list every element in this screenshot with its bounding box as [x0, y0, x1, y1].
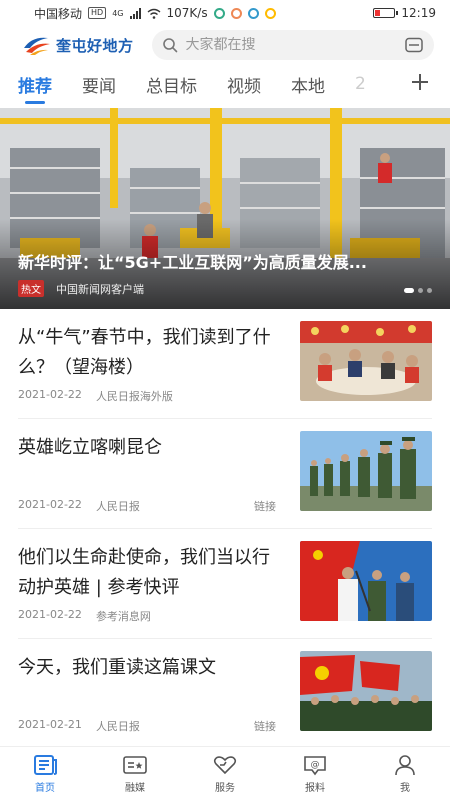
news-date: 2021-02-22: [18, 498, 82, 511]
news-thumbnail-soldiers: [300, 431, 432, 511]
news-item[interactable]: 从“牛气”春节中，我们读到了什么？（望海楼） 2021-02-22 人民日报海外…: [18, 309, 432, 419]
nav-home[interactable]: 首页: [0, 747, 90, 800]
news-source: 人民日报: [95, 500, 140, 513]
news-date: 2021-02-22: [18, 608, 82, 621]
clock: 12:19: [401, 6, 436, 20]
tab-local[interactable]: 本地: [291, 72, 325, 97]
logo-icon: [24, 37, 50, 55]
hd-badge: HD: [88, 7, 107, 19]
news-link-label[interactable]: 链接: [254, 498, 276, 514]
news-title: 从“牛气”春节中，我们读到了什么？（望海楼）: [18, 327, 271, 378]
news-title: 英雄屹立喀喇昆仑: [18, 437, 162, 458]
carousel-indicator: [404, 288, 432, 293]
user-icon: [395, 754, 415, 775]
nav-service[interactable]: 服务: [180, 747, 270, 800]
news-item[interactable]: 英雄屹立喀喇昆仑 2021-02-22 人民日报 链接: [18, 419, 432, 529]
network-speed: 107K/s: [166, 6, 208, 20]
network-type: 4G: [112, 8, 124, 18]
app-notification-icon: [264, 7, 276, 19]
carousel-dot: [404, 288, 414, 293]
tab-more-partial[interactable]: 2: [355, 74, 366, 94]
news-meta: 2021-02-22 参考消息网: [18, 608, 276, 624]
hero-title: 新华时评：让“5G+工业互联网”为高质量发展...: [18, 253, 367, 272]
news-link-label[interactable]: 链接: [254, 718, 276, 734]
signal-icon: [129, 7, 141, 19]
nav-report[interactable]: @ 报料: [270, 747, 360, 800]
battery-icon: [373, 8, 399, 18]
news-meta: 2021-02-22 人民日报 链接: [18, 498, 276, 514]
app-header: 奎屯好地方: [0, 26, 450, 64]
news-title: 今天，我们重读这篇课文: [18, 657, 216, 678]
news-source: 人民日报: [95, 720, 140, 733]
scan-icon[interactable]: [404, 37, 424, 53]
search-input[interactable]: [185, 37, 396, 53]
search-icon: [162, 38, 177, 53]
hero-source: 中国新闻网客户端: [56, 282, 144, 296]
nav-me[interactable]: 我: [360, 747, 450, 800]
news-date: 2021-02-22: [18, 388, 82, 401]
news-source: 人民日报海外版: [95, 390, 173, 403]
svg-text:@: @: [311, 760, 320, 770]
tab-general-goal[interactable]: 总目标: [146, 72, 197, 97]
news-date: 2021-02-21: [18, 718, 82, 731]
app-notification-icon: [230, 7, 242, 19]
nav-label: 首页: [35, 782, 55, 794]
tab-recommend[interactable]: 推荐: [18, 72, 52, 97]
carousel-dot: [427, 288, 432, 293]
carrier-name: 中国移动: [34, 6, 83, 21]
nav-label: 服务: [215, 782, 235, 794]
wifi-icon: [147, 8, 160, 19]
hero-meta: 热文 中国新闻网客户端: [18, 280, 144, 297]
nav-label: 我: [400, 782, 410, 794]
bottom-navigation: 首页 融媒 服务 @ 报料 我: [0, 746, 450, 800]
add-channel-icon[interactable]: [410, 72, 430, 92]
tab-video[interactable]: 视频: [227, 72, 261, 97]
news-meta: 2021-02-21 人民日报 链接: [18, 718, 276, 734]
hot-tag-badge: 热文: [18, 280, 44, 297]
news-item[interactable]: 他们以生命赴使命，我们当以行动护英雄 | 参考快评 2021-02-22 参考消…: [18, 529, 432, 639]
media-icon: [123, 755, 147, 774]
news-thumbnail-honor-guard: [300, 541, 432, 621]
nav-media[interactable]: 融媒: [90, 747, 180, 800]
heart-service-icon: [213, 755, 237, 774]
nav-label: 融媒: [125, 782, 145, 794]
app-notification-icon: [247, 7, 259, 19]
tab-headlines[interactable]: 要闻: [82, 72, 116, 97]
news-item[interactable]: 今天，我们重读这篇课文 2021-02-21 人民日报 链接: [18, 639, 432, 749]
news-source: 参考消息网: [95, 610, 151, 623]
news-title: 他们以生命赴使命，我们当以行动护英雄 | 参考快评: [18, 547, 270, 598]
home-news-icon: [34, 754, 57, 775]
category-tabs: 推荐 要闻 总目标 视频 本地 2: [0, 64, 450, 104]
app-logo[interactable]: 奎屯好地方: [22, 34, 134, 56]
report-icon: @: [304, 755, 326, 775]
news-meta: 2021-02-22 人民日报海外版: [18, 388, 276, 404]
logo-text: 奎屯好地方: [56, 36, 134, 55]
carousel-dot: [418, 288, 423, 293]
status-bar: 中国移动 HD 4G 107K/s 12:19: [0, 0, 450, 26]
news-thumbnail-family-dinner: [300, 321, 432, 401]
nav-label: 报料: [305, 782, 325, 794]
news-thumbnail-flag-ceremony: [300, 651, 432, 731]
search-bar[interactable]: [151, 30, 434, 60]
hero-banner[interactable]: 新华时评：让“5G+工业互联网”为高质量发展... 热文 中国新闻网客户端: [0, 108, 450, 309]
app-notification-icon: [213, 7, 225, 19]
